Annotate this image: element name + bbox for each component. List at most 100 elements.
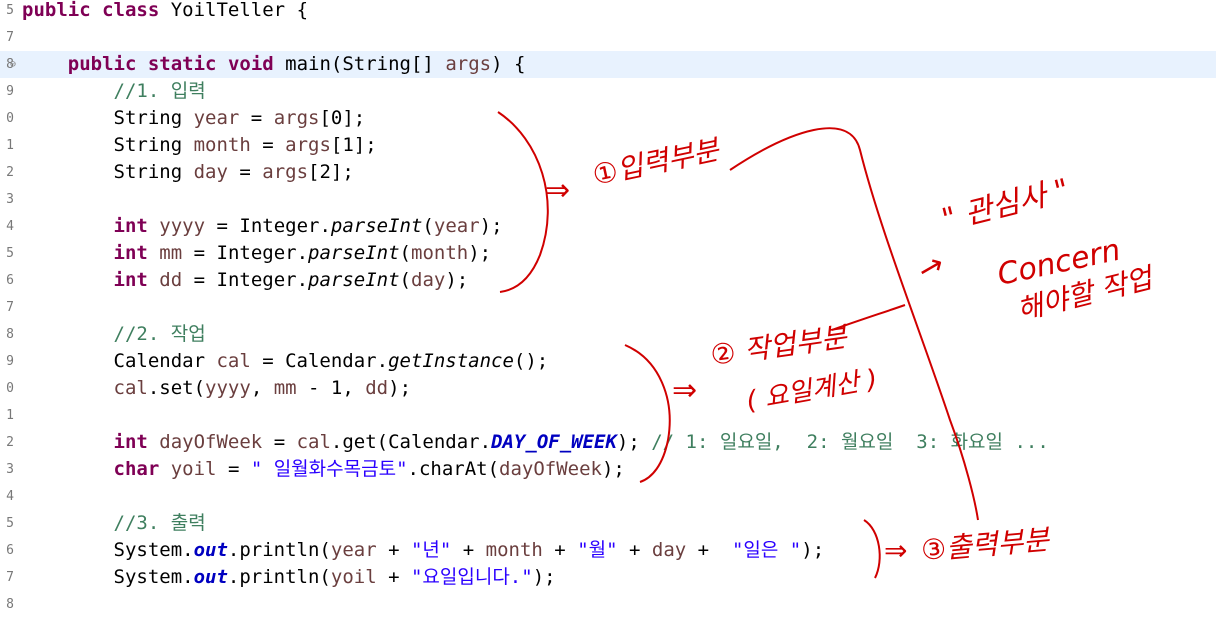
line-number: 4	[6, 489, 14, 504]
code-token: .println(	[227, 566, 331, 588]
code-token: args	[273, 107, 320, 129]
code-token: out	[193, 539, 228, 561]
code-token: dayOfWeek	[499, 458, 602, 480]
code-token: year	[330, 539, 377, 561]
code-token: .println(	[227, 539, 331, 561]
code-token: int	[113, 269, 148, 291]
code-token: class	[102, 0, 160, 21]
code-line[interactable]: 6 System.out.println(year + "년" + month …	[0, 537, 1216, 564]
code-line[interactable]: 7	[0, 294, 1216, 321]
code-token: =	[227, 161, 263, 183]
code-token: //2. 작업	[113, 323, 206, 345]
code-text: String year = args[0];	[22, 105, 366, 132]
code-line[interactable]: 7	[0, 24, 1216, 51]
code-token: //3. 출력	[113, 512, 206, 534]
code-line[interactable]: 9 //1. 입력	[0, 78, 1216, 105]
code-line[interactable]: 3 char yoil = " 일월화수목금토".charAt(dayOfWee…	[0, 456, 1216, 483]
fold-toggle-icon[interactable]: ⊖	[10, 51, 16, 78]
code-token: args	[445, 53, 492, 75]
line-number: 3	[6, 192, 14, 207]
code-line[interactable]: 5 int mm = Integer.parseInt(month);	[0, 240, 1216, 267]
code-token: ();	[513, 350, 549, 372]
code-token: );	[532, 566, 556, 588]
code-line[interactable]: 5 //3. 출력	[0, 510, 1216, 537]
code-line[interactable]: 6 int dd = Integer.parseInt(day);	[0, 267, 1216, 294]
line-number: 7	[6, 300, 14, 315]
code-line[interactable]: 1 String month = args[1];	[0, 132, 1216, 159]
code-text: int dayOfWeek = cal.get(Calendar.DAY_OF_…	[22, 429, 1049, 456]
code-token: +	[542, 539, 578, 561]
code-token: mm	[159, 242, 183, 264]
code-line[interactable]: 2 String day = args[2];	[0, 159, 1216, 186]
code-line[interactable]: 4 int yyyy = Integer.parseInt(year);	[0, 213, 1216, 240]
code-text: cal.set(yyyy, mm - 1, dd);	[22, 375, 412, 402]
code-line[interactable]: 0 cal.set(yyyy, mm - 1, dd);	[0, 375, 1216, 402]
code-token: //1. 입력	[113, 80, 206, 102]
line-number: 9	[6, 354, 14, 369]
code-line[interactable]: 8 //2. 작업	[0, 321, 1216, 348]
code-token: );	[479, 215, 503, 237]
code-text: //2. 작업	[22, 321, 206, 348]
code-text: String day = args[2];	[22, 159, 354, 186]
code-token: yoil	[330, 566, 377, 588]
code-token: = Integer.	[182, 269, 309, 291]
line-number: 5	[6, 516, 14, 531]
code-token: day	[651, 539, 687, 561]
code-token: int	[113, 431, 148, 453]
code-token: year	[433, 215, 480, 237]
code-token: +	[376, 566, 411, 588]
code-line[interactable]: 2 int dayOfWeek = cal.get(Calendar.DAY_O…	[0, 429, 1216, 456]
code-token: );	[601, 458, 625, 480]
code-token: .get(Calendar.	[330, 431, 492, 453]
code-token: = Calendar.	[250, 350, 389, 372]
code-line[interactable]: 8 ⊖ public static void main(String[] args…	[0, 51, 1216, 78]
code-token: args	[262, 161, 309, 183]
line-number: 1	[6, 408, 14, 423]
code-line[interactable]: 4	[0, 483, 1216, 510]
code-token: parseInt	[330, 215, 423, 237]
code-token: dd	[365, 377, 389, 399]
code-token: month	[485, 539, 543, 561]
code-token: char	[113, 458, 160, 480]
code-token: public	[67, 53, 137, 75]
line-number: 5	[6, 246, 14, 261]
code-line[interactable]: 9 Calendar cal = Calendar.getInstance();	[0, 348, 1216, 375]
line-number: 7	[6, 30, 14, 45]
code-token: System.	[22, 539, 194, 561]
code-token: parseInt	[308, 269, 400, 291]
code-editor[interactable]: 5 public class YoilTeller {7 8 ⊖ public sta…	[0, 0, 1216, 612]
code-line[interactable]: 5 public class YoilTeller {	[0, 0, 1216, 24]
code-line[interactable]: 1	[0, 402, 1216, 429]
line-number: 5	[6, 3, 14, 18]
code-token: yoil	[170, 458, 217, 480]
code-token: void	[227, 53, 274, 75]
code-token: main(String[]	[273, 53, 446, 75]
code-token: day	[411, 269, 446, 291]
code-token: parseInt	[308, 242, 400, 264]
code-token: args	[285, 134, 331, 156]
line-number: 8	[6, 327, 14, 342]
code-line[interactable]: 8	[0, 591, 1216, 618]
code-token: +	[617, 539, 652, 561]
code-token: yyyy	[205, 377, 251, 399]
code-token: // 1: 일요일, 2: 월요일 3: 화요일 ...	[651, 431, 1049, 453]
code-token: cal	[113, 377, 148, 399]
code-token: DAY_OF_WEEK	[491, 431, 617, 453]
code-text: public class YoilTeller {	[22, 0, 308, 24]
code-text: //1. 입력	[22, 78, 206, 105]
code-line[interactable]: 0 String year = args[0];	[0, 105, 1216, 132]
line-number: 0	[6, 111, 14, 126]
code-line[interactable]: 3	[0, 186, 1216, 213]
code-token: yyyy	[159, 215, 206, 237]
code-token: static	[147, 53, 217, 75]
code-line[interactable]: 7 System.out.println(yoil + "요일입니다.");	[0, 564, 1216, 591]
